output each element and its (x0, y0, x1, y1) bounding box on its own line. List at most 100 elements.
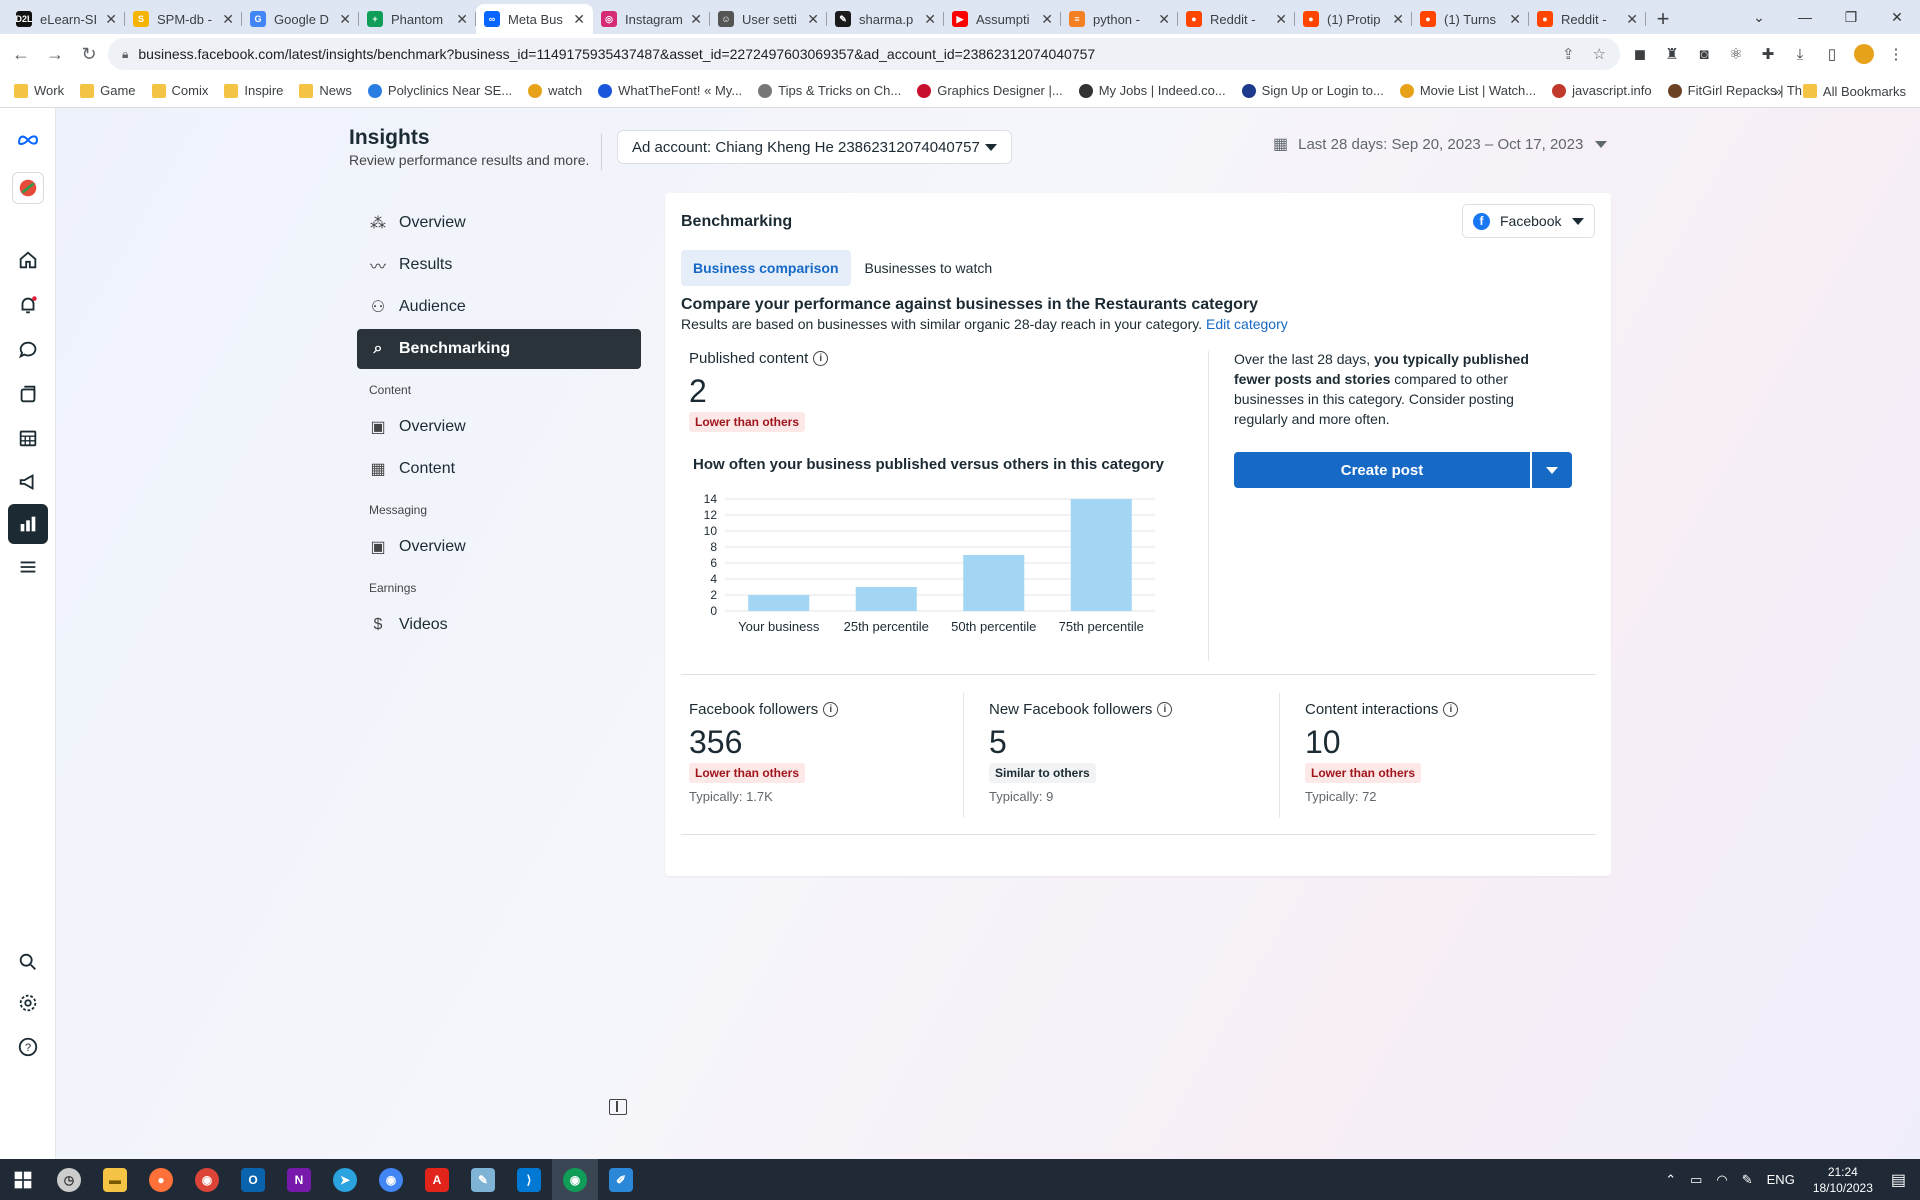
taskbar-app-vscode[interactable]: ⟩ (506, 1159, 552, 1200)
bookmark-item[interactable]: My Jobs | Indeed.co... (1078, 83, 1226, 98)
taskbar-app-chrome-active[interactable]: ◉ (552, 1159, 598, 1200)
browser-tab[interactable]: ◎ Instagram ✕ (593, 4, 710, 34)
close-tab-icon[interactable]: ✕ (339, 11, 351, 28)
nav-item-overview[interactable]: ▣ Overview (357, 527, 641, 567)
maximize-icon[interactable]: ❐ (1828, 0, 1874, 34)
close-tab-icon[interactable]: ✕ (807, 11, 819, 28)
taskbar-app-onenote[interactable]: N (276, 1159, 322, 1200)
nav-item-audience[interactable]: ⚇ Audience (357, 287, 641, 327)
browser-tab[interactable]: ≡ python - ✕ (1061, 4, 1178, 34)
info-icon[interactable]: i (1443, 702, 1459, 717)
ads-megaphone-icon[interactable] (12, 466, 44, 498)
home-icon[interactable] (12, 244, 44, 276)
extension-pin-icon[interactable]: ♜ (1662, 44, 1682, 64)
browser-tab[interactable]: + Phantom ✕ (359, 4, 476, 34)
taskbar-app-paint[interactable]: ✐ (598, 1159, 644, 1200)
minimize-icon[interactable]: — (1782, 0, 1828, 34)
close-tab-icon[interactable]: ✕ (1392, 11, 1404, 28)
taskbar-app-chrome[interactable]: ◉ (184, 1159, 230, 1200)
bookmark-item[interactable]: Tips & Tricks on Ch... (758, 83, 901, 98)
pen-icon[interactable]: ✎ (1742, 1172, 1753, 1188)
extensions-puzzle-icon[interactable]: ✚ (1758, 44, 1778, 64)
close-window-icon[interactable]: ✕ (1874, 0, 1920, 34)
taskbar-app-notepad[interactable]: ✎ (460, 1159, 506, 1200)
tab-business-comparison[interactable]: Business comparison (681, 250, 851, 286)
tray-overflow-icon[interactable]: ⌃ (1665, 1172, 1676, 1188)
share-icon[interactable]: ⇪ (1562, 45, 1575, 63)
nav-item-videos[interactable]: $ Videos (357, 605, 641, 645)
close-tab-icon[interactable]: ✕ (222, 11, 234, 28)
close-tab-icon[interactable]: ✕ (573, 11, 585, 28)
tab-search-icon[interactable]: ⌄ (1736, 0, 1782, 34)
content-icon[interactable] (12, 378, 44, 410)
reload-icon[interactable]: ↻ (72, 37, 106, 71)
bookmark-item[interactable]: Sign Up or Login to... (1241, 83, 1384, 98)
bookmark-item[interactable]: FitGirl Repacks | Th... (1667, 83, 1813, 98)
new-tab-button[interactable]: + (1646, 4, 1680, 34)
nav-item-benchmarking[interactable]: ⌕ Benchmarking (357, 329, 641, 369)
bookmark-item[interactable]: Polyclinics Near SE... (367, 83, 512, 98)
close-tab-icon[interactable]: ✕ (1041, 11, 1053, 28)
notification-center-icon[interactable]: ▤ (1891, 1170, 1906, 1190)
browser-tab[interactable]: ● (1) Protip ✕ (1295, 4, 1412, 34)
browser-tab[interactable]: ✎ sharma.p ✕ (827, 4, 944, 34)
close-tab-icon[interactable]: ✕ (1275, 11, 1287, 28)
bookmark-item[interactable]: javascript.info (1552, 83, 1652, 98)
browser-tab[interactable]: ▶ Assumpti ✕ (944, 4, 1061, 34)
all-tools-menu-icon[interactable] (12, 551, 44, 583)
inbox-icon[interactable] (12, 334, 44, 366)
close-tab-icon[interactable]: ✕ (1626, 11, 1638, 28)
settings-gear-icon[interactable] (12, 987, 44, 1019)
edit-category-link[interactable]: Edit category (1206, 316, 1288, 332)
notifications-icon[interactable] (12, 289, 44, 321)
forward-icon[interactable]: → (38, 37, 72, 71)
taskbar-app-outlook[interactable]: O (230, 1159, 276, 1200)
wifi-icon[interactable]: ◠ (1716, 1172, 1727, 1188)
page-avatar[interactable] (12, 172, 44, 204)
create-post-button[interactable]: Create post (1234, 452, 1530, 488)
planner-icon[interactable] (12, 422, 44, 454)
url-bar[interactable]: 🔒︎ business.facebook.com/latest/insights… (108, 38, 1620, 70)
insights-icon[interactable] (8, 504, 48, 544)
ad-account-dropdown[interactable]: Ad account: Chiang Kheng He 238623120740… (617, 130, 1012, 164)
info-icon[interactable]: i (1157, 702, 1173, 717)
search-icon[interactable] (12, 946, 44, 978)
browser-tab[interactable]: ● (1) Turns ✕ (1412, 4, 1529, 34)
taskbar-app-acrobat[interactable]: A (414, 1159, 460, 1200)
meta-logo-icon[interactable] (12, 124, 44, 156)
taskbar-app-telegram[interactable]: ➤ (322, 1159, 368, 1200)
help-icon[interactable]: ? (12, 1031, 44, 1063)
bookmark-item[interactable]: Game (80, 83, 136, 98)
info-icon[interactable]: i (823, 702, 839, 717)
taskbar-app-chrome-profile[interactable]: ◉ (368, 1159, 414, 1200)
info-icon[interactable]: i (813, 351, 829, 366)
taskbar-app-explorer[interactable]: ▬ (92, 1159, 138, 1200)
nav-item-content[interactable]: ▦ Content (357, 449, 641, 489)
extension-mask-icon[interactable]: ◼ (1630, 44, 1650, 64)
bookmarks-overflow-icon[interactable]: » (1774, 83, 1782, 99)
extension-react-icon[interactable]: ⚛ (1726, 44, 1746, 64)
all-bookmarks[interactable]: All Bookmarks (1802, 74, 1906, 108)
side-panel-icon[interactable]: ▯ (1822, 44, 1842, 64)
close-tab-icon[interactable]: ✕ (456, 11, 468, 28)
bookmark-item[interactable]: Movie List | Watch... (1399, 83, 1536, 98)
browser-tab[interactable]: ● Reddit - ✕ (1178, 4, 1295, 34)
bookmark-item[interactable]: WhatTheFont! « My... (598, 83, 742, 98)
bookmark-item[interactable]: Comix (151, 83, 208, 98)
browser-tab[interactable]: ☺ User setti ✕ (710, 4, 827, 34)
create-post-options-button[interactable] (1532, 452, 1572, 488)
taskbar-app-firefox[interactable]: ● (138, 1159, 184, 1200)
nav-item-overview[interactable]: ▣ Overview (357, 407, 641, 447)
battery-icon[interactable]: ▭ (1690, 1172, 1702, 1188)
collapse-panel-icon[interactable] (609, 1099, 627, 1115)
browser-tab[interactable]: ∞ Meta Bus ✕ (476, 4, 593, 34)
date-range-picker[interactable]: ▦ Last 28 days: Sep 20, 2023 – Oct 17, 2… (1273, 134, 1608, 154)
bookmark-item[interactable]: Graphics Designer |... (917, 83, 1063, 98)
bookmark-item[interactable]: Work (14, 83, 64, 98)
downloads-icon[interactable]: ⤓ (1790, 44, 1810, 64)
close-tab-icon[interactable]: ✕ (1509, 11, 1521, 28)
browser-tab[interactable]: G Google D ✕ (242, 4, 359, 34)
taskbar-app-clock[interactable]: ◷ (46, 1159, 92, 1200)
clock[interactable]: 21:24 18/10/2023 (1813, 1164, 1873, 1196)
browser-tab[interactable]: D2L eLearn-SI ✕ (8, 4, 125, 34)
